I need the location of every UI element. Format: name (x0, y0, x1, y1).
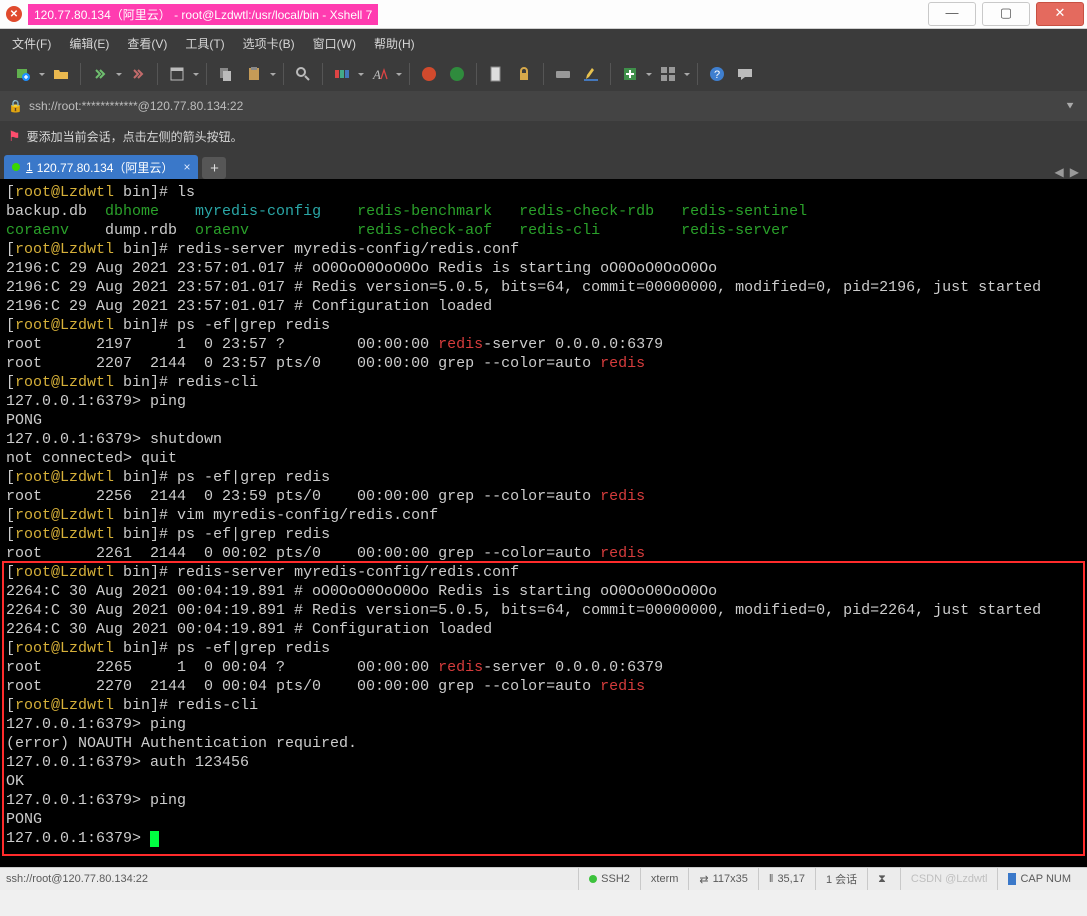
font-dropdown[interactable] (395, 70, 403, 79)
hint-text: 要添加当前会话，点击左侧的箭头按钮。 (27, 128, 243, 145)
reconnect-dropdown[interactable] (115, 70, 123, 79)
copy-button[interactable] (213, 61, 239, 87)
pos-icon: ‖ (769, 873, 774, 885)
caps-indicator (1008, 873, 1016, 885)
font-button[interactable]: A (367, 61, 393, 87)
paste-button[interactable] (241, 61, 267, 87)
svg-text:A: A (372, 67, 381, 82)
terminal[interactable]: [root@Lzdwtl bin]# lsbackup.db dbhome my… (0, 179, 1087, 867)
close-button[interactable]: ✕ (1036, 2, 1084, 26)
app-icon: ✕ (6, 6, 22, 22)
paste-dropdown[interactable] (269, 70, 277, 79)
status-path: ssh://root@120.77.80.134:22 (6, 868, 578, 890)
address-text: ssh://root:************@120.77.80.134:22 (29, 99, 1061, 113)
address-bar[interactable]: 🔒 ssh://root:************@120.77.80.134:… (0, 91, 1087, 121)
keyboard-button[interactable] (550, 61, 576, 87)
menu-help[interactable]: 帮助(H) (374, 35, 415, 52)
add-tab-button[interactable]: + (202, 157, 226, 179)
menu-file[interactable]: 文件(F) (12, 35, 51, 52)
color-scheme-button[interactable] (329, 61, 355, 87)
menu-tools[interactable]: 工具(T) (185, 35, 224, 52)
highlight-button[interactable] (578, 61, 604, 87)
maximize-button[interactable]: ▢ (982, 2, 1030, 26)
reconnect-button[interactable] (87, 61, 113, 87)
minimize-button[interactable]: — (928, 2, 976, 26)
status-proto: SSH2 (601, 873, 630, 885)
window-title: 120.77.80.134（阿里云） - root@Lzdwtl:/usr/lo… (28, 4, 378, 25)
tab-label: 120.77.80.134（阿里云） (37, 159, 174, 176)
properties-dropdown[interactable] (192, 70, 200, 79)
session-tab[interactable]: 1 120.77.80.134（阿里云） × (4, 155, 198, 179)
help-button[interactable]: ? (704, 61, 730, 87)
status-term: xterm (640, 868, 689, 890)
menu-edit[interactable]: 编辑(E) (69, 35, 109, 52)
tile-button[interactable] (655, 61, 681, 87)
status-led-icon (589, 875, 597, 883)
new-session-button[interactable] (10, 61, 36, 87)
tab-strip: 1 120.77.80.134（阿里云） × + ◀ ▶ (0, 151, 1087, 179)
flag-icon: ⚑ (8, 128, 21, 145)
xshell-icon[interactable] (416, 61, 442, 87)
status-sessions: 1 会话 (815, 868, 867, 890)
status-pos: 35,17 (777, 873, 805, 885)
menu-view[interactable]: 查看(V) (127, 35, 167, 52)
menu-tabs[interactable]: 选项卡(B) (243, 35, 295, 52)
tab-number: 1 (26, 160, 33, 174)
menu-window[interactable]: 窗口(W) (313, 35, 356, 52)
add-button[interactable] (617, 61, 643, 87)
svg-text:?: ? (714, 69, 720, 81)
status-bar: ssh://root@120.77.80.134:22 SSH2 xterm ⇄… (0, 867, 1087, 890)
new-session-dropdown[interactable] (38, 70, 46, 79)
feedback-button[interactable] (732, 61, 758, 87)
open-button[interactable] (48, 61, 74, 87)
hint-bar: ⚑ 要添加当前会话，点击左侧的箭头按钮。 (0, 121, 1087, 151)
color-scheme-dropdown[interactable] (357, 70, 365, 79)
title-bar: ✕ 120.77.80.134（阿里云） - root@Lzdwtl:/usr/… (0, 0, 1087, 29)
tile-dropdown[interactable] (683, 70, 691, 79)
menu-bar: 文件(F) 编辑(E) 查看(V) 工具(T) 选项卡(B) 窗口(W) 帮助(… (0, 29, 1087, 57)
size-icon: ⇄ (699, 873, 708, 886)
find-button[interactable] (290, 61, 316, 87)
lock-icon: 🔒 (8, 99, 23, 113)
status-dot-icon (12, 163, 20, 171)
watermark: CSDN @Lzdwtl (911, 873, 988, 885)
status-size: 117x35 (713, 873, 748, 885)
tab-prev-button[interactable]: ◀ (1055, 165, 1064, 179)
lock-button[interactable] (511, 61, 537, 87)
add-dropdown[interactable] (645, 70, 653, 79)
properties-button[interactable] (164, 61, 190, 87)
tab-next-button[interactable]: ▶ (1070, 165, 1079, 179)
tab-close-icon[interactable]: × (183, 160, 190, 174)
tool-bar: A ? (0, 57, 1087, 91)
new-file-button[interactable] (483, 61, 509, 87)
xftp-icon[interactable] (444, 61, 470, 87)
idle-icon: ⧗ (878, 873, 886, 886)
address-dropdown[interactable]: ⯆ (1061, 99, 1079, 114)
disconnect-button[interactable] (125, 61, 151, 87)
status-caps: CAP NUM (1020, 873, 1071, 885)
